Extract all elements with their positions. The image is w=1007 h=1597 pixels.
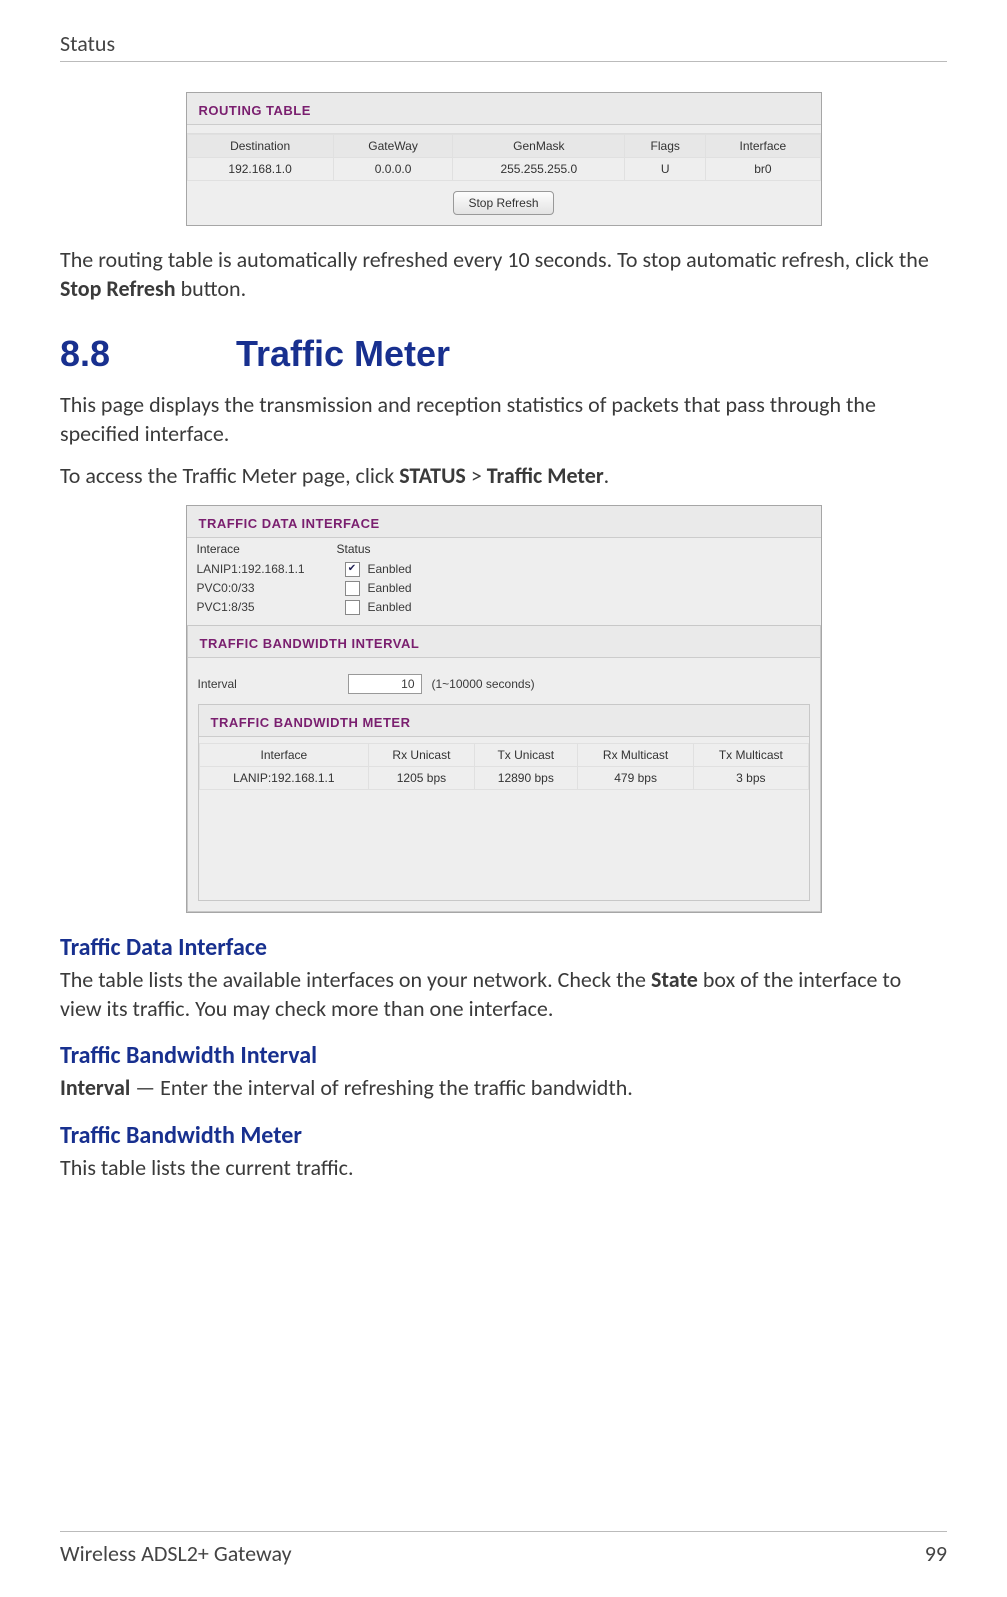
table-header-row: Interface Rx Unicast Tx Unicast Rx Multi… <box>199 743 808 766</box>
col-interface: Interface <box>199 743 369 766</box>
cell: br0 <box>706 158 820 181</box>
iface-status-label: Eanbled <box>368 600 412 614</box>
iface-name: PVC1:8/35 <box>197 600 337 614</box>
stop-refresh-label: Stop Refresh <box>60 275 176 302</box>
checkbox[interactable]: ✔ <box>345 562 360 577</box>
nav-traffic-meter: Traffic Meter <box>487 462 604 489</box>
iface-row: LANIP1:192.168.1.1 ✔ Eanbled <box>187 560 821 579</box>
iface-status-label: Eanbled <box>368 581 412 595</box>
col-interace: Interace <box>197 542 337 556</box>
traffic-bandwidth-meter-title: TRAFFIC BANDWIDTH METER <box>199 705 809 737</box>
para-nav-path: To access the Traffic Meter page, click … <box>60 462 947 491</box>
col-status: Status <box>337 542 371 556</box>
col-tx-unicast: Tx Unicast <box>474 743 577 766</box>
section-heading: 8.8Traffic Meter <box>60 333 947 375</box>
interval-label: Interval <box>198 677 338 691</box>
col-tx-multicast: Tx Multicast <box>694 743 808 766</box>
iface-name: PVC0:0/33 <box>197 581 337 595</box>
cell: 12890 bps <box>474 766 577 789</box>
footer-page-number: 99 <box>925 1540 947 1567</box>
traffic-screenshot: TRAFFIC DATA INTERFACE Interace Status L… <box>186 505 822 913</box>
text: . <box>604 462 610 489</box>
col-rx-multicast: Rx Multicast <box>577 743 693 766</box>
interval-hint: (1~10000 seconds) <box>432 677 535 691</box>
text: The table lists the available interfaces… <box>60 966 651 993</box>
text: — Enter the interval of refreshing the t… <box>130 1074 633 1101</box>
iface-header: Interace Status <box>187 538 821 560</box>
para-traffic-bandwidth-meter: This table lists the current traffic. <box>60 1154 947 1183</box>
col-interface: Interface <box>706 135 820 158</box>
cell: 192.168.1.0 <box>187 158 333 181</box>
col-genmask: GenMask <box>453 135 625 158</box>
section-title: Traffic Meter <box>236 333 450 374</box>
meter-table: Interface Rx Unicast Tx Unicast Rx Multi… <box>199 743 809 790</box>
nav-status: STATUS <box>399 462 466 489</box>
cell: 1205 bps <box>369 766 474 789</box>
footer-left: Wireless ADSL2+ Gateway <box>60 1540 292 1567</box>
stop-refresh-button[interactable]: Stop Refresh <box>453 191 553 215</box>
page-header: Status <box>60 30 947 62</box>
col-flags: Flags <box>625 135 706 158</box>
checkbox[interactable] <box>345 600 360 615</box>
text: > <box>466 462 487 489</box>
para-routing-desc: The routing table is automatically refre… <box>60 246 947 303</box>
col-gateway: GateWay <box>333 135 453 158</box>
state-label: State <box>651 966 698 993</box>
routing-screenshot: ROUTING TABLE Destination GateWay GenMas… <box>186 92 822 226</box>
para-traffic-bandwidth-interval: Interval — Enter the interval of refresh… <box>60 1074 947 1103</box>
text: The routing table is automatically refre… <box>60 246 929 273</box>
iface-row: PVC0:0/33 Eanbled <box>187 579 821 598</box>
col-destination: Destination <box>187 135 333 158</box>
page-footer: Wireless ADSL2+ Gateway 99 <box>60 1531 947 1567</box>
routing-table: Destination GateWay GenMask Flags Interf… <box>187 134 821 181</box>
interval-term: Interval <box>60 1074 130 1101</box>
interval-input[interactable]: 10 <box>348 674 422 694</box>
text: To access the Traffic Meter page, click <box>60 462 399 489</box>
cell: LANIP:192.168.1.1 <box>199 766 369 789</box>
iface-status-label: Eanbled <box>368 562 412 576</box>
table-row: 192.168.1.0 0.0.0.0 255.255.255.0 U br0 <box>187 158 820 181</box>
section-number: 8.8 <box>60 333 236 375</box>
cell: 0.0.0.0 <box>333 158 453 181</box>
cell: 3 bps <box>694 766 808 789</box>
traffic-data-interface-title: TRAFFIC DATA INTERFACE <box>187 506 821 538</box>
cell: 479 bps <box>577 766 693 789</box>
col-rx-unicast: Rx Unicast <box>369 743 474 766</box>
subhead-traffic-bandwidth-interval: Traffic Bandwidth Interval <box>60 1041 947 1070</box>
table-header-row: Destination GateWay GenMask Flags Interf… <box>187 135 820 158</box>
subhead-traffic-data-interface: Traffic Data Interface <box>60 933 947 962</box>
interval-row: Interval 10 (1~10000 seconds) <box>188 664 820 704</box>
table-row: LANIP:192.168.1.1 1205 bps 12890 bps 479… <box>199 766 808 789</box>
traffic-bandwidth-interval-title: TRAFFIC BANDWIDTH INTERVAL <box>188 626 820 658</box>
para-traffic-data-interface: The table lists the available interfaces… <box>60 966 947 1023</box>
iface-name: LANIP1:192.168.1.1 <box>197 562 337 576</box>
para-traffic-desc: This page displays the transmission and … <box>60 391 947 448</box>
checkbox[interactable] <box>345 581 360 596</box>
subhead-traffic-bandwidth-meter: Traffic Bandwidth Meter <box>60 1121 947 1150</box>
cell: 255.255.255.0 <box>453 158 625 181</box>
text: button. <box>176 275 247 302</box>
routing-title: ROUTING TABLE <box>187 93 821 125</box>
iface-row: PVC1:8/35 Eanbled <box>187 598 821 625</box>
cell: U <box>625 158 706 181</box>
